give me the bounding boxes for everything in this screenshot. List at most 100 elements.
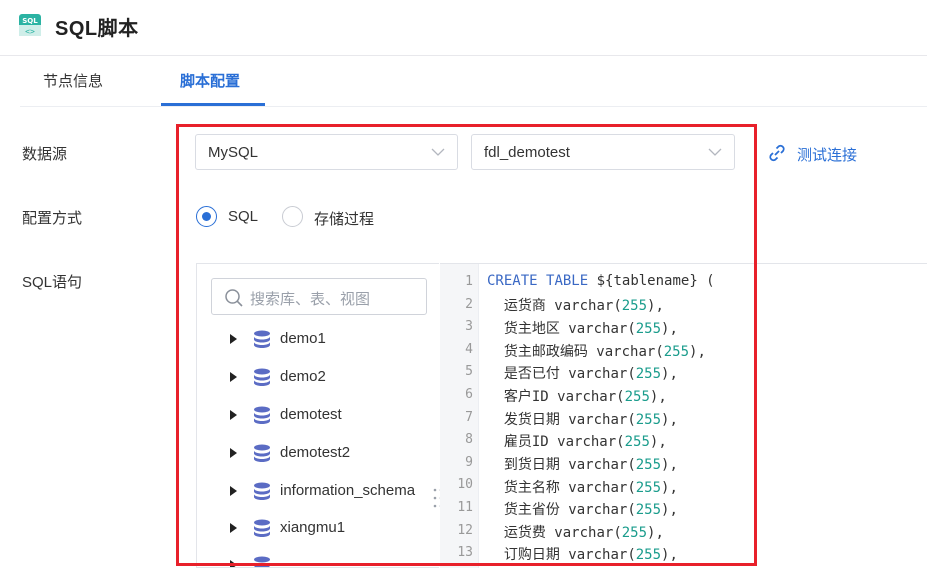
code-line: 货主名称 varchar(255),: [503, 480, 678, 496]
column-length: 255: [635, 480, 662, 496]
sql-editor[interactable]: 1 2 3 4 5 6 7 8 9 10 11 12 13 CREATE TAB…: [440, 263, 927, 568]
tree-item-label: information_schema: [280, 482, 416, 499]
tree-search-input[interactable]: 搜索库、表、视图: [211, 278, 427, 315]
caret-right-icon: [230, 334, 237, 344]
datasource-type-value: MySQL: [208, 144, 259, 161]
tree-item-partial[interactable]: [197, 551, 439, 567]
column-name: 是否已付: [503, 366, 560, 382]
code-line: CREATE TABLE ${tablename} (: [487, 273, 715, 289]
column-length: 255: [624, 389, 650, 405]
column-type: varchar: [568, 321, 628, 337]
tree-item-demotest2[interactable]: demotest2: [197, 439, 439, 469]
database-icon: [254, 330, 270, 348]
tab-bar: 节点信息 脚本配置: [20, 56, 927, 107]
column-name: 雇员ID: [503, 434, 549, 450]
column-type: varchar: [568, 366, 628, 382]
search-placeholder: 搜索库、表、视图: [250, 291, 371, 308]
line-number: 3: [465, 319, 473, 334]
tree-item-label: xiangmu1: [280, 519, 346, 536]
column-length: 255: [635, 412, 662, 428]
column-name: 货主省份: [503, 502, 560, 518]
column-type: varchar: [554, 298, 614, 314]
line-number: 5: [465, 364, 473, 379]
column-name: 货主地区: [503, 321, 560, 337]
column-length: 255: [635, 321, 662, 337]
test-connection-label: 测试连接: [797, 147, 858, 164]
radio-sql-label: SQL: [228, 208, 259, 225]
column-length: 255: [635, 502, 662, 518]
column-type: varchar: [568, 457, 628, 473]
tree-item-label: demotest: [280, 406, 342, 423]
code-line: 货主地区 varchar(255),: [503, 321, 678, 337]
caret-right-icon: [230, 448, 237, 458]
tab-node-info[interactable]: 节点信息: [43, 56, 103, 107]
code-line: 订购日期 varchar(255),: [503, 547, 678, 563]
code-line: 货主邮政编码 varchar(255),: [503, 344, 706, 360]
svg-text:<>: <>: [25, 27, 35, 36]
tree-item-information-schema[interactable]: information_schema: [197, 477, 439, 507]
column-length: 255: [621, 298, 648, 314]
radio-circle-selected: [196, 206, 217, 227]
database-select[interactable]: fdl_demotest: [471, 134, 735, 170]
tree-item-xiangmu1[interactable]: xiangmu1: [197, 514, 439, 544]
svg-text:SQL: SQL: [22, 17, 38, 25]
line-number: 8: [465, 432, 473, 447]
code-line: 客户ID varchar(255),: [503, 389, 667, 405]
column-length: 255: [635, 366, 662, 382]
caret-right-icon: [230, 560, 237, 567]
line-number-gutter: 1 2 3 4 5 6 7 8 9 10 11 12 13: [440, 264, 479, 568]
database-icon: [254, 444, 270, 462]
database-icon: [254, 519, 270, 537]
radio-circle: [282, 206, 303, 227]
code-line: 发货日期 varchar(255),: [503, 412, 678, 428]
line-number: 7: [465, 410, 473, 425]
column-name: 订购日期: [503, 547, 560, 563]
chevron-down-icon: [431, 148, 445, 156]
line-number: 13: [457, 545, 473, 560]
code-line: 运货费 varchar(255),: [503, 525, 664, 541]
page-title: SQL脚本: [55, 18, 139, 40]
config-mode-label: 配置方式: [22, 210, 83, 227]
caret-right-icon: [230, 486, 237, 496]
search-icon: [225, 289, 243, 307]
column-length: 255: [621, 525, 648, 541]
code-line: 雇员ID varchar(255),: [503, 434, 667, 450]
column-length: 255: [635, 457, 662, 473]
column-length: 255: [635, 547, 662, 563]
caret-right-icon: [230, 372, 237, 382]
caret-right-icon: [230, 523, 237, 533]
column-type: varchar: [568, 547, 628, 563]
column-type: varchar: [568, 502, 628, 518]
sql-file-icon: SQL <>: [19, 14, 41, 36]
sql-statement-label: SQL语句: [22, 274, 83, 291]
active-tab-indicator: [161, 103, 265, 106]
column-name: 货主邮政编码: [503, 344, 588, 360]
column-name: 发货日期: [503, 412, 560, 428]
column-name: 客户ID: [503, 389, 549, 405]
column-name: 运货费: [503, 525, 546, 541]
datasource-label: 数据源: [22, 146, 68, 163]
column-type: varchar: [557, 389, 617, 405]
code-line: 到货日期 varchar(255),: [503, 457, 678, 473]
column-type: varchar: [557, 434, 617, 450]
link-icon: [769, 144, 785, 162]
tree-item-demo2[interactable]: demo2: [197, 363, 439, 393]
chevron-down-icon: [708, 148, 722, 156]
datasource-type-select[interactable]: MySQL: [195, 134, 458, 170]
tab-script-config[interactable]: 脚本配置: [180, 56, 240, 107]
database-value: fdl_demotest: [484, 144, 570, 161]
database-icon: [254, 556, 270, 567]
code-keyword: TABLE: [546, 273, 589, 289]
column-type: varchar: [596, 344, 656, 360]
tree-item-label: demo2: [280, 368, 326, 385]
code-line: 货主省份 varchar(255),: [503, 502, 678, 518]
code-line: 运货商 varchar(255),: [503, 298, 664, 314]
line-number: 11: [457, 500, 473, 515]
column-type: varchar: [568, 412, 628, 428]
tree-item-label: demo1: [280, 330, 326, 347]
tree-item-demo1[interactable]: demo1: [197, 325, 439, 355]
tree-item-demotest[interactable]: demotest: [197, 401, 439, 431]
code-keyword: CREATE: [487, 273, 538, 289]
column-name: 运货商: [503, 298, 546, 314]
line-number: 1: [465, 274, 473, 289]
